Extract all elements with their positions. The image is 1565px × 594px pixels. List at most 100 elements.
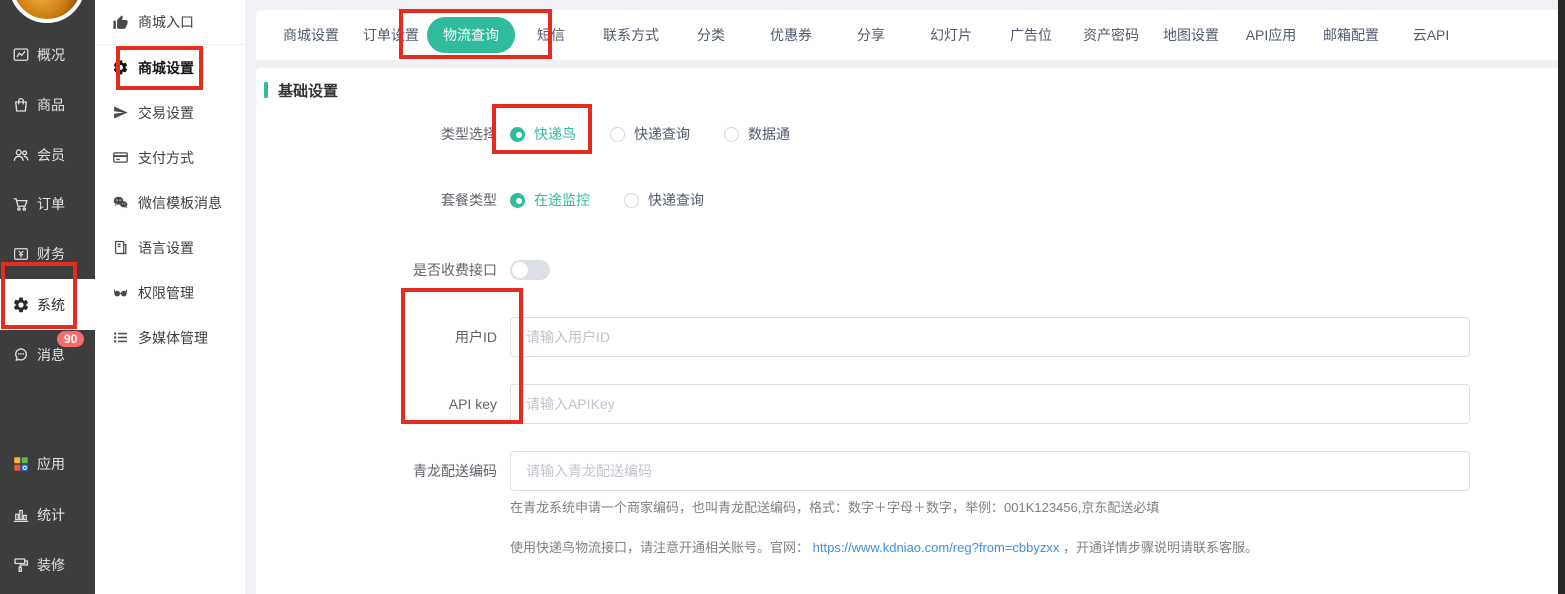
paint-roller-icon bbox=[12, 556, 30, 574]
scrollbar[interactable] bbox=[1558, 0, 1565, 594]
language-book-icon bbox=[112, 239, 129, 256]
qinglong-help-text: 在青龙系统申请一个商家编码，也叫青龙配送编码，格式：数字＋字母＋数字，举例：00… bbox=[510, 497, 1159, 516]
primary-sidebar: 概况 商品 会员 订单 财务 系统 消息 bbox=[0, 0, 95, 594]
tab-ad-slot[interactable]: 广告位 bbox=[991, 25, 1071, 45]
radio-shujutong[interactable]: 数据通 bbox=[724, 124, 790, 144]
tab-api-app[interactable]: API应用 bbox=[1231, 25, 1311, 45]
wechat-icon bbox=[112, 194, 129, 211]
tab-slideshow[interactable]: 幻灯片 bbox=[911, 25, 991, 45]
menu-item-label: 微信模板消息 bbox=[138, 193, 222, 213]
tab-order-settings[interactable]: 订单设置 bbox=[351, 25, 431, 45]
section-accent-bar bbox=[264, 82, 268, 98]
sidebar-item-stats[interactable]: 统计 bbox=[0, 490, 95, 540]
tab-contact[interactable]: 联系方式 bbox=[591, 25, 671, 45]
menu-item-label: 支付方式 bbox=[138, 148, 194, 168]
goods-icon bbox=[12, 96, 30, 114]
sidebar-item-label: 会员 bbox=[37, 145, 65, 165]
tab-mail-config[interactable]: 邮箱配置 bbox=[1311, 25, 1391, 45]
tab-category[interactable]: 分类 bbox=[671, 25, 751, 45]
menu-item-trade-settings[interactable]: 交易设置 bbox=[95, 90, 245, 135]
menu-item-label: 多媒体管理 bbox=[138, 328, 208, 348]
kdniao-link[interactable]: https://www.kdniao.com/reg?from=cbbyzxx bbox=[813, 540, 1060, 555]
row-paid-api: 是否收费接口 bbox=[256, 250, 1558, 290]
toggle-knob bbox=[512, 262, 528, 278]
sidebar-item-label: 系统 bbox=[37, 295, 65, 315]
gear-icon bbox=[112, 59, 129, 76]
apps-icon bbox=[12, 455, 30, 473]
user-id-input[interactable] bbox=[510, 317, 1470, 357]
radio-dot bbox=[510, 127, 525, 142]
radio-kuaidiniao[interactable]: 快递鸟 bbox=[510, 124, 576, 144]
sidebar-item-overview[interactable]: 概况 bbox=[0, 30, 95, 80]
bar-chart-icon bbox=[12, 506, 30, 524]
field-label: 用户ID bbox=[256, 327, 497, 347]
thumb-up-icon bbox=[112, 14, 129, 31]
radio-express-query[interactable]: 快递查询 bbox=[610, 124, 690, 144]
section-title: 基础设置 bbox=[278, 80, 338, 101]
active-tab-pill: 物流查询 bbox=[427, 17, 515, 53]
tab-coupon[interactable]: 优惠券 bbox=[751, 25, 831, 45]
credit-card-icon bbox=[112, 149, 129, 166]
menu-item-permission-management[interactable]: 权限管理 bbox=[95, 270, 245, 315]
menu-item-mall-entry[interactable]: 商城入口 bbox=[95, 0, 245, 45]
tab-share[interactable]: 分享 bbox=[831, 25, 911, 45]
tab-map-settings[interactable]: 地图设置 bbox=[1151, 25, 1231, 45]
message-count-badge: 90 bbox=[57, 331, 84, 347]
radio-dot bbox=[510, 193, 525, 208]
sidebar-item-label: 消息 bbox=[37, 345, 65, 365]
row-qinglong-code: 青龙配送编码 bbox=[256, 451, 1558, 491]
row-package-type: 套餐类型 在途监控 快递查询 bbox=[256, 180, 1558, 220]
menu-item-label: 语言设置 bbox=[138, 238, 194, 258]
tab-asset-password[interactable]: 资产密码 bbox=[1071, 25, 1151, 45]
sidebar-item-label: 商品 bbox=[37, 95, 65, 115]
avatar[interactable] bbox=[9, 0, 85, 23]
menu-item-payment-methods[interactable]: 支付方式 bbox=[95, 135, 245, 180]
section-header: 基础设置 bbox=[264, 81, 338, 99]
menu-item-label: 权限管理 bbox=[138, 283, 194, 303]
row-api-key: API key bbox=[256, 384, 1558, 424]
field-label: 是否收费接口 bbox=[256, 260, 497, 280]
sidebar-item-decorate[interactable]: 装修 bbox=[0, 540, 95, 590]
help-text-suffix: ，开通详情步骤说明请联系客服。 bbox=[1063, 540, 1258, 555]
radio-in-transit-monitor[interactable]: 在途监控 bbox=[510, 190, 590, 210]
menu-item-label: 交易设置 bbox=[138, 103, 194, 123]
help-text-prefix: 使用快递鸟物流接口，请注意开通相关账号。官网： bbox=[510, 540, 809, 555]
tab-logistics-query[interactable]: 物流查询 bbox=[431, 17, 511, 53]
row-type-select: 类型选择 快递鸟 快递查询 数据通 bbox=[256, 114, 1558, 154]
radio-package-express-query[interactable]: 快递查询 bbox=[624, 190, 704, 210]
tab-mall-settings[interactable]: 商城设置 bbox=[271, 25, 351, 45]
list-icon bbox=[112, 329, 129, 346]
paper-plane-icon bbox=[112, 104, 129, 121]
members-icon bbox=[12, 146, 30, 164]
field-label: API key bbox=[256, 396, 497, 412]
sidebar-item-label: 财务 bbox=[37, 244, 65, 264]
radio-dot bbox=[724, 127, 739, 142]
sidebar-item-goods[interactable]: 商品 bbox=[0, 80, 95, 130]
field-label: 类型选择 bbox=[256, 124, 497, 144]
menu-item-multimedia-management[interactable]: 多媒体管理 bbox=[95, 315, 245, 360]
qinglong-code-input[interactable] bbox=[510, 451, 1470, 491]
menu-item-language-settings[interactable]: 语言设置 bbox=[95, 225, 245, 270]
menu-item-label: 商城入口 bbox=[138, 12, 194, 32]
secondary-sidebar: 商城入口 商城设置 交易设置 支付方式 微信模板消息 语言设置 权限管理 bbox=[95, 0, 245, 594]
field-label: 青龙配送编码 bbox=[256, 461, 497, 481]
radio-dot bbox=[624, 193, 639, 208]
tab-sms[interactable]: 短信 bbox=[511, 25, 591, 45]
paid-api-toggle[interactable] bbox=[510, 260, 550, 280]
sidebar-item-members[interactable]: 会员 bbox=[0, 130, 95, 180]
menu-item-mall-settings[interactable]: 商城设置 bbox=[95, 45, 245, 90]
sidebar-item-system[interactable]: 系统 bbox=[0, 279, 95, 330]
tab-cloud-api[interactable]: 云API bbox=[1391, 25, 1471, 45]
sidebar-item-finance[interactable]: 财务 bbox=[0, 229, 95, 279]
sidebar-item-apps[interactable]: 应用 bbox=[0, 439, 95, 489]
sidebar-item-label: 概况 bbox=[37, 45, 65, 65]
message-icon bbox=[12, 346, 30, 364]
sidebar-item-orders[interactable]: 订单 bbox=[0, 179, 95, 229]
field-label: 套餐类型 bbox=[256, 190, 497, 210]
glasses-icon bbox=[112, 284, 129, 301]
orders-cart-icon bbox=[12, 195, 30, 213]
api-key-input[interactable] bbox=[510, 384, 1470, 424]
gear-icon bbox=[12, 296, 30, 314]
menu-item-wechat-template-messages[interactable]: 微信模板消息 bbox=[95, 180, 245, 225]
sidebar-item-label: 统计 bbox=[37, 505, 65, 525]
